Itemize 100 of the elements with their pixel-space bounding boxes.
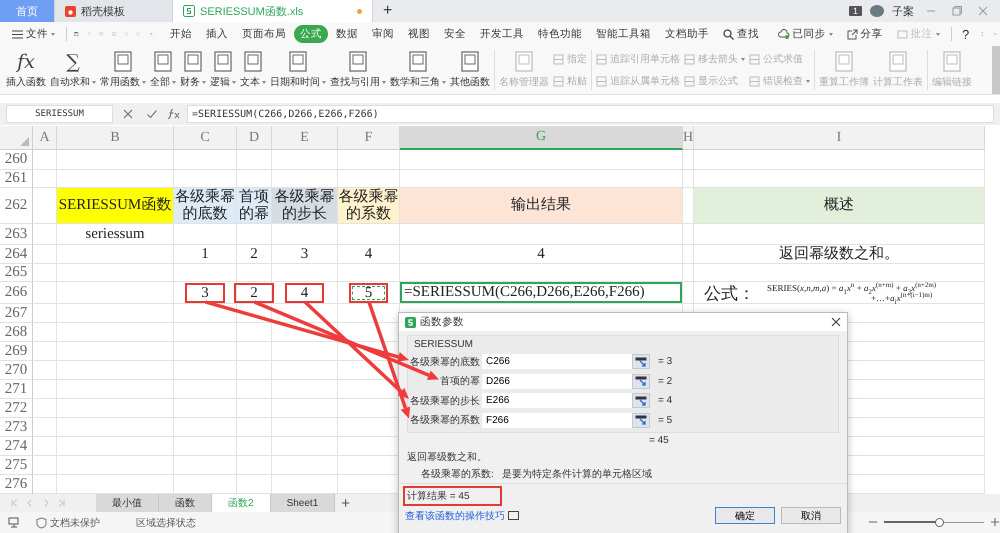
row-header[interactable]: 264: [0, 245, 33, 264]
ribbon-tab[interactable]: 插入: [200, 25, 234, 43]
help-link[interactable]: 查看该函数的操作技巧: [405, 508, 519, 522]
range-picker-button[interactable]: [632, 412, 650, 428]
function-icon[interactable]: [167, 108, 181, 120]
protection-status[interactable]: 文档未保护: [30, 514, 106, 530]
ribbon-tab[interactable]: 特色功能: [532, 25, 588, 43]
ribbon-button[interactable]: 数学和三角: [388, 46, 448, 94]
row-header[interactable]: 272: [0, 399, 33, 418]
row-header[interactable]: 275: [0, 456, 33, 475]
column-header[interactable]: D: [237, 126, 272, 150]
file-menu[interactable]: 文件: [6, 25, 61, 43]
row-header[interactable]: 273: [0, 418, 33, 437]
table-cell[interactable]: 输出结果: [400, 188, 682, 223]
range-picker-button[interactable]: [632, 374, 650, 389]
monitor-icon[interactable]: [8, 516, 20, 528]
table-cell[interactable]: 各级乘幂的步长: [272, 188, 337, 223]
ribbon-tab[interactable]: 审阅: [366, 25, 400, 43]
column-header[interactable]: E: [272, 126, 338, 150]
help-button[interactable]: ?: [956, 24, 976, 44]
sheet-tab[interactable]: Sheet1: [270, 494, 336, 512]
ribbon-tab[interactable]: 视图: [402, 25, 436, 43]
row-header[interactable]: 274: [0, 437, 33, 456]
caret-icon: [172, 80, 176, 84]
formula-field[interactable]: =SERIESSUM(C266,D266,E266,F266): [187, 105, 994, 123]
row-header[interactable]: 266: [0, 282, 33, 304]
user-name[interactable]: 子案: [892, 4, 914, 18]
previous-sheet-icon[interactable]: [26, 498, 34, 508]
ribbon-button[interactable]: ∑ 自动求和: [48, 46, 98, 94]
row-header[interactable]: 269: [0, 342, 33, 361]
add-sheet-button[interactable]: +: [335, 494, 356, 512]
column-header[interactable]: B: [57, 126, 174, 150]
argument-label: 首项的幂: [439, 375, 481, 388]
row-header[interactable]: 276: [0, 475, 33, 494]
confirm-button[interactable]: 确定: [715, 507, 775, 524]
column-header[interactable]: I: [694, 126, 985, 150]
table-cell[interactable]: SERIESSUM函数: [57, 188, 173, 223]
new-tab-button[interactable]: +: [373, 0, 402, 22]
ribbon-button[interactable]: 财务: [178, 46, 208, 94]
table-cell[interactable]: 各级乘幂的底数: [174, 188, 236, 223]
ribbon-button[interactable]: 查找与引用: [328, 46, 388, 94]
row-header[interactable]: 263: [0, 224, 33, 245]
ribbon-tab[interactable]: 智能工具箱: [590, 25, 657, 43]
row-header[interactable]: 265: [0, 264, 33, 282]
ribbon-button[interactable]: 文本: [238, 46, 268, 94]
share-button[interactable]: 分享: [840, 25, 889, 43]
caret-icon: [741, 58, 745, 60]
ribbon-button[interactable]: 逻辑: [208, 46, 238, 94]
row-header[interactable]: 267: [0, 304, 33, 323]
caret-icon: [262, 80, 266, 84]
window-count-badge[interactable]: 1: [848, 6, 862, 16]
column-header[interactable]: C: [174, 126, 237, 150]
highlighted-value: 4: [284, 282, 324, 302]
cancel-button[interactable]: 取消: [781, 507, 841, 524]
function-book-icon: [460, 51, 480, 73]
ribbon-button[interactable]: 其他函数: [448, 46, 492, 94]
search-button[interactable]: 查找: [716, 25, 765, 43]
table-cell[interactable]: 首项的幂: [237, 188, 271, 223]
column-header[interactable]: F: [338, 126, 400, 150]
name-box[interactable]: SERIESSUM: [6, 105, 113, 123]
document-tab[interactable]: 稻壳模板: [55, 0, 173, 22]
caret-icon: [51, 32, 55, 36]
row-header[interactable]: 268: [0, 323, 33, 342]
table-cell[interactable]: 各级乘幂的系数: [338, 188, 399, 223]
ribbon-button[interactable]: 全部: [148, 46, 178, 94]
column-header[interactable]: H: [683, 126, 694, 150]
argument-field[interactable]: E266: [482, 393, 632, 408]
sheet-tab[interactable]: 函数: [159, 494, 212, 512]
argument-field[interactable]: C266: [482, 354, 632, 370]
table-cell[interactable]: 概述: [694, 188, 984, 223]
highlighted-value: 5: [348, 282, 388, 302]
row-header[interactable]: 271: [0, 380, 33, 399]
range-picker-button[interactable]: [632, 393, 650, 408]
zoom-slider[interactable]: [884, 518, 984, 526]
row-header[interactable]: 270: [0, 361, 33, 380]
ribbon-tab[interactable]: 安全: [438, 25, 472, 43]
avatar[interactable]: [870, 5, 884, 17]
ribbon-tab[interactable]: 页面布局: [236, 25, 292, 43]
argument-field[interactable]: F266: [482, 412, 632, 428]
sync-button[interactable]: 已同步: [772, 25, 839, 43]
ribbon-tab[interactable]: 文档助手: [658, 25, 715, 43]
row-header[interactable]: 261: [0, 170, 33, 188]
select-all-icon[interactable]: [20, 137, 29, 146]
column-header[interactable]: A: [33, 126, 57, 150]
sheet-tab[interactable]: 最小值: [96, 494, 159, 512]
ribbon-button[interactable]: fx 插入函数: [4, 46, 48, 94]
ribbon-button[interactable]: 常用函数: [98, 46, 148, 94]
last-sheet-icon[interactable]: [58, 498, 66, 508]
row-header[interactable]: 260: [0, 150, 33, 170]
next-sheet-icon[interactable]: [42, 498, 50, 508]
ribbon-tab[interactable]: 数据: [330, 25, 364, 43]
ribbon-button[interactable]: 日期和时间: [268, 46, 328, 94]
first-sheet-icon[interactable]: [10, 498, 18, 508]
ribbon-tab[interactable]: 开始: [164, 25, 198, 43]
argument-field[interactable]: D266: [482, 374, 632, 389]
active-cell[interactable]: =SERIESSUM(C266,D266,E266,F266): [400, 282, 682, 303]
zoom-in-icon[interactable]: [990, 517, 1000, 527]
row-header[interactable]: 262: [0, 188, 33, 224]
ribbon-tab[interactable]: 开发工具: [474, 25, 530, 43]
range-picker-button[interactable]: [632, 354, 650, 370]
